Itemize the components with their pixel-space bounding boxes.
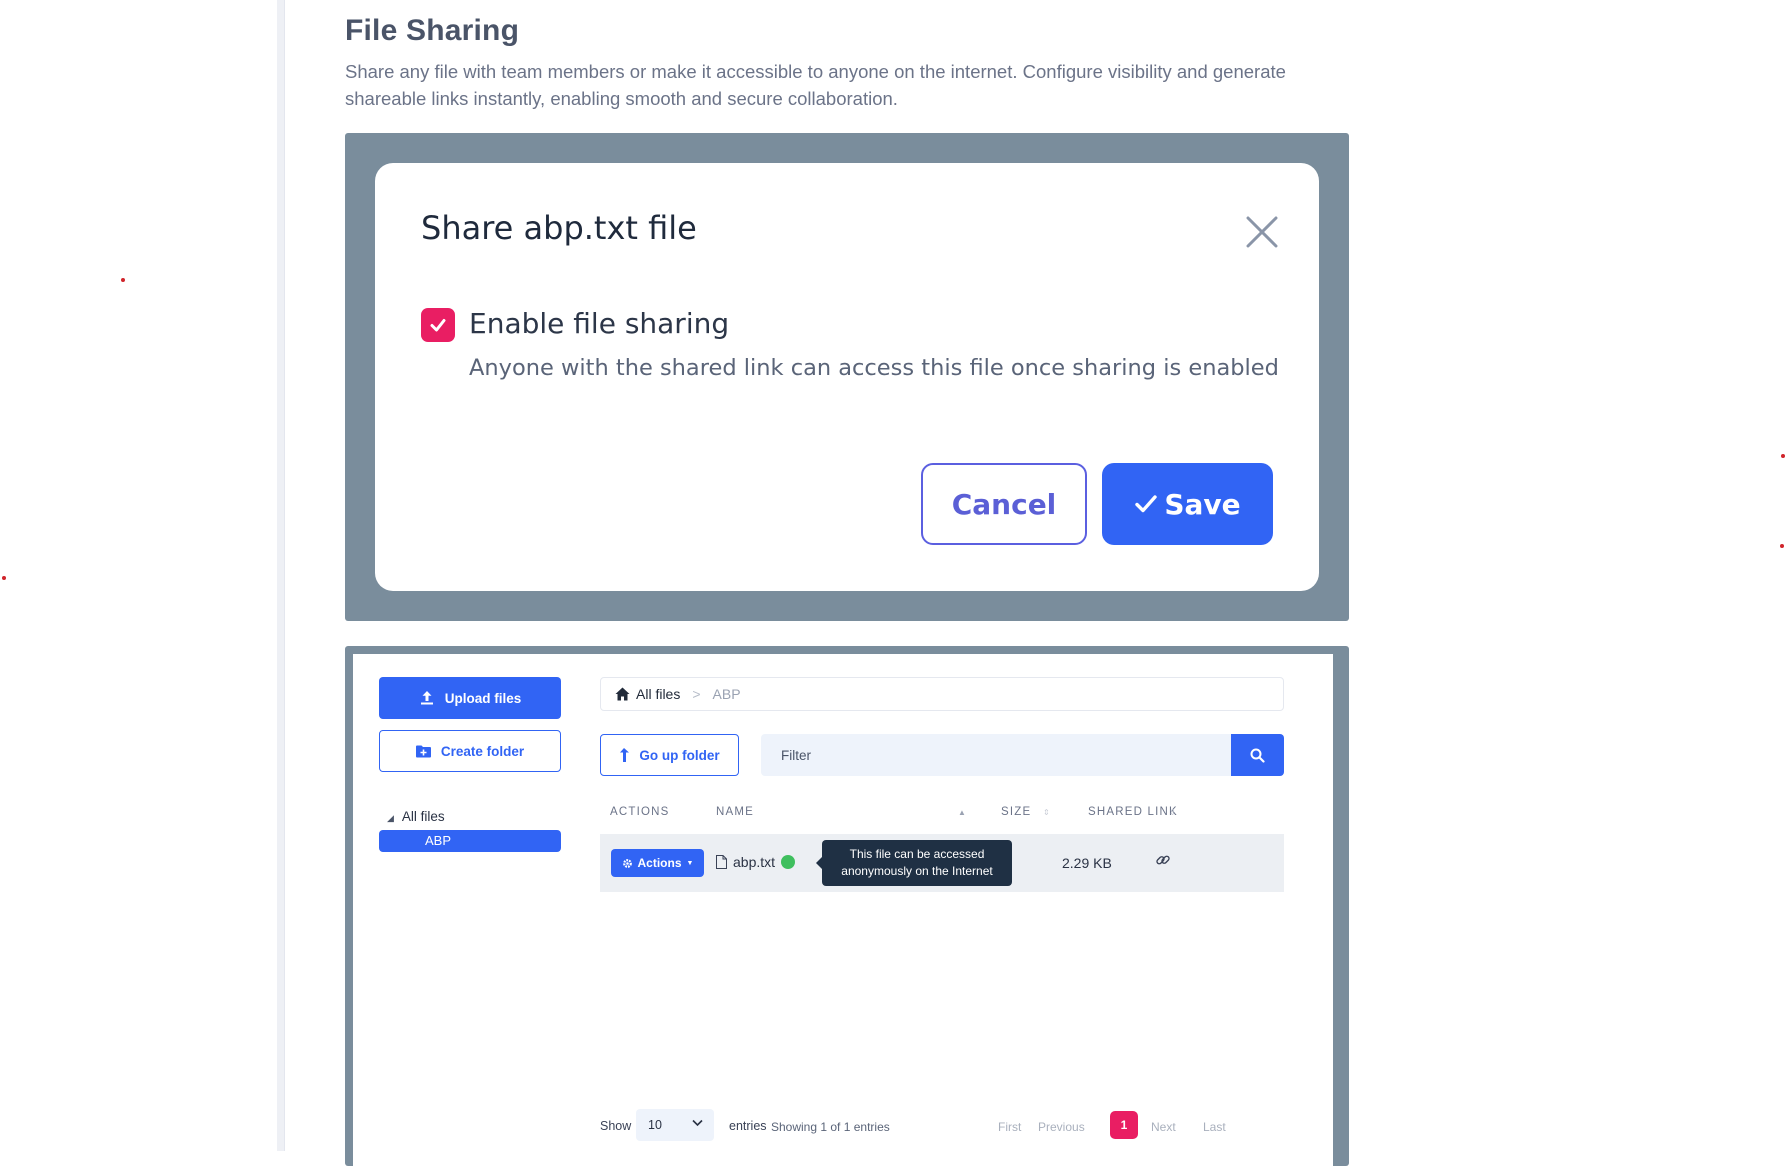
sort-asc-icon: ▲ — [958, 808, 966, 817]
decorative-dot — [1780, 544, 1784, 548]
sharing-help-text: Anyone with the shared link can access t… — [469, 355, 1279, 381]
table-info: Showing 1 of 1 entries — [771, 1120, 890, 1134]
entries-label: entries — [729, 1119, 767, 1133]
decorative-dot — [1781, 454, 1785, 458]
close-button[interactable] — [1244, 214, 1280, 250]
show-label: Show — [600, 1119, 632, 1133]
column-header-shared-link[interactable]: SHARED LINK — [1088, 806, 1178, 818]
actions-dropdown-button[interactable]: Actions ▼ — [611, 849, 704, 877]
breadcrumb-current: ABP — [712, 686, 741, 702]
home-icon — [615, 687, 630, 701]
table-row: Actions ▼ abp.txt This file can be acces… — [600, 834, 1284, 892]
tree-root-label: All files — [401, 809, 445, 824]
upload-files-label: Upload files — [444, 690, 522, 706]
decorative-dot — [2, 576, 6, 580]
create-folder-button[interactable]: Create folder — [379, 730, 561, 772]
pagination-last[interactable]: Last — [1203, 1120, 1226, 1134]
tree-item-abp[interactable]: ABP — [379, 830, 561, 852]
check-icon — [1135, 495, 1158, 513]
tree-item-all-files[interactable]: ◢ All files — [387, 809, 445, 824]
pagination-previous[interactable]: Previous — [1038, 1120, 1085, 1134]
search-icon — [1250, 748, 1265, 763]
save-label: Save — [1164, 487, 1241, 521]
page-size-value: 10 — [648, 1118, 662, 1132]
upload-files-button[interactable]: Upload files — [379, 677, 561, 719]
enable-sharing-label: Enable file sharing — [469, 307, 730, 340]
left-rail — [277, 0, 285, 1151]
chevron-down-icon — [692, 1119, 703, 1127]
file-name-link[interactable]: abp.txt — [716, 854, 796, 870]
upload-icon — [420, 691, 433, 705]
breadcrumb-home[interactable]: All files — [615, 686, 680, 702]
go-up-folder-label: Go up folder — [639, 747, 720, 763]
go-up-folder-button[interactable]: Go up folder — [600, 734, 739, 776]
create-folder-label: Create folder — [440, 743, 525, 759]
dialog-title: Share abp.txt file — [421, 209, 697, 247]
pagination-next[interactable]: Next — [1151, 1120, 1176, 1134]
breadcrumb-home-label: All files — [636, 686, 681, 702]
cancel-button[interactable]: Cancel — [921, 463, 1087, 545]
share-dialog: Share abp.txt file Enable file sharing A… — [375, 163, 1319, 591]
shared-tooltip: This file can be accessed anonymously on… — [816, 840, 1012, 886]
share-dialog-screenshot: Share abp.txt file Enable file sharing A… — [345, 133, 1349, 621]
page-size-select[interactable]: 10 — [636, 1109, 714, 1141]
file-size: 2.29 KB — [1062, 855, 1112, 871]
pagination-first[interactable]: First — [998, 1120, 1021, 1134]
section-title: File Sharing — [345, 14, 520, 47]
gear-icon — [622, 858, 632, 868]
tree-abp-label: ABP — [425, 833, 452, 848]
sort-icon: ⇕ — [1043, 808, 1050, 817]
close-icon — [1246, 216, 1278, 248]
section-description: Share any file with team members or make… — [345, 61, 1286, 109]
file-manager-screenshot: Upload files Create folder ◢ All files AB… — [345, 646, 1349, 1174]
column-header-size[interactable]: SIZE — [1001, 806, 1031, 818]
file-name: abp.txt — [733, 854, 776, 870]
pagination-page-1[interactable]: 1 — [1110, 1111, 1138, 1139]
collapse-triangle-icon: ◢ — [387, 813, 394, 823]
breadcrumb-separator: > — [692, 686, 701, 702]
file-manager: Upload files Create folder ◢ All files AB… — [353, 654, 1333, 1174]
enable-sharing-checkbox[interactable] — [421, 308, 455, 342]
link-icon — [1156, 855, 1170, 865]
breadcrumb: All files > ABP — [600, 677, 1284, 711]
level-up-icon — [620, 748, 630, 762]
tooltip-text: This file can be accessed anonymously on… — [841, 847, 993, 878]
file-icon — [716, 855, 727, 869]
column-header-actions: ACTIONS — [610, 806, 670, 818]
folder-plus-icon — [415, 745, 431, 757]
actions-label: Actions — [637, 856, 682, 870]
cancel-label: Cancel — [951, 487, 1057, 521]
sort-icon: ⇕ — [1169, 808, 1176, 817]
save-button[interactable]: Save — [1102, 463, 1273, 545]
filter-input[interactable] — [761, 734, 1231, 776]
globe-icon — [781, 855, 796, 869]
column-header-name[interactable]: NAME — [716, 806, 754, 818]
search-button[interactable] — [1231, 734, 1284, 776]
decorative-dot — [121, 278, 125, 282]
shared-link-button[interactable] — [1155, 852, 1171, 871]
checkmark-icon — [430, 319, 446, 332]
caret-down-icon: ▼ — [686, 859, 694, 867]
